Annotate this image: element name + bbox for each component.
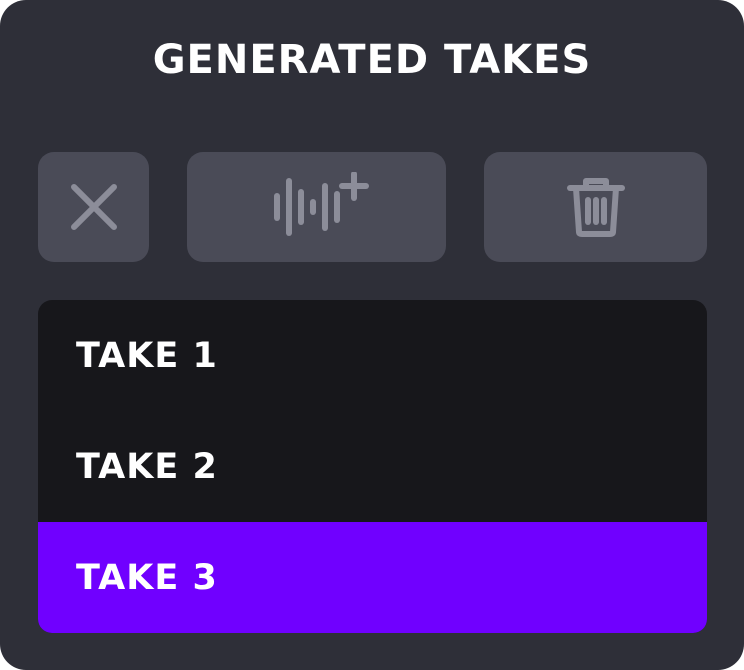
close-icon [70,184,117,230]
take-item-1[interactable]: TAKE 1 [38,300,707,411]
takes-list: TAKE 1 TAKE 2 TAKE 3 [38,300,707,633]
delete-button[interactable] [484,152,707,262]
take-item-3[interactable]: TAKE 3 [38,522,707,633]
take-item-2[interactable]: TAKE 2 [38,411,707,522]
close-button[interactable] [38,152,149,262]
generate-take-button[interactable] [187,152,446,262]
panel-title: GENERATED TAKES [152,37,592,83]
waveform-add-icon [273,172,369,236]
generated-takes-panel: GENERATED TAKES TAKE 1 TAKE 2 TAKE 3 [0,0,744,670]
trash-icon [566,178,625,237]
